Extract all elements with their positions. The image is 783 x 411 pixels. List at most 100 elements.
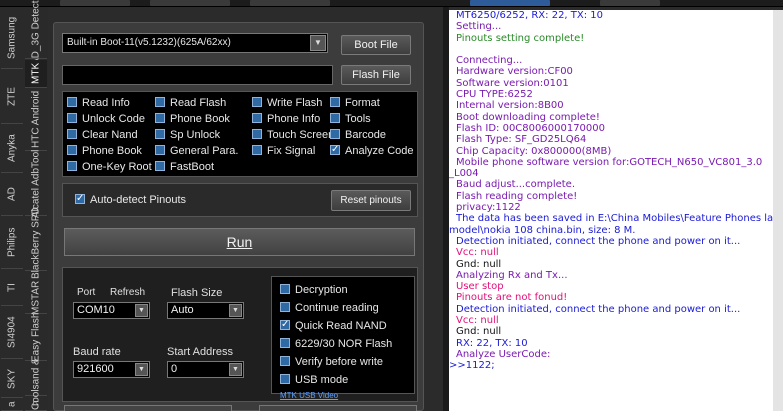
- option-checkbox[interactable]: Fix Signal: [252, 144, 315, 159]
- option-label: One-Key Root: [82, 161, 152, 173]
- vertical-tab-bar: Samsung ZTE Anyka AD Philips TI SI4904 S…: [0, 0, 48, 411]
- log-line: Pinouts setting complete!: [456, 32, 585, 44]
- checkbox-icon[interactable]: [252, 97, 262, 107]
- tab-sky[interactable]: SKY: [1, 360, 23, 398]
- toolbar-item[interactable]: [250, 0, 330, 6]
- checkbox-icon[interactable]: [280, 317, 290, 332]
- tab-tools[interactable]: n: [25, 397, 47, 411]
- option-checkbox[interactable]: Clear Nand: [67, 128, 138, 143]
- checkbox-icon[interactable]: [280, 374, 290, 384]
- checkbox-icon[interactable]: [280, 284, 290, 294]
- flash-file-button[interactable]: Flash File: [341, 65, 411, 85]
- checkbox-icon[interactable]: [252, 113, 262, 123]
- checkbox-icon[interactable]: [280, 356, 290, 366]
- reset-pinouts-button[interactable]: Reset pinouts: [331, 190, 411, 211]
- auto-detect-checkbox[interactable]: Auto-detect Pinouts: [75, 191, 186, 208]
- tab-samsung[interactable]: Samsung: [1, 7, 23, 69]
- nand-option-checkbox[interactable]: Verify before write: [280, 355, 383, 370]
- chevron-down-icon[interactable]: ▼: [229, 363, 242, 376]
- checkbox-icon[interactable]: [330, 97, 340, 107]
- option-checkbox[interactable]: Read Info: [67, 96, 130, 111]
- checkbox-icon[interactable]: [330, 142, 340, 157]
- flash-size-select[interactable]: Auto ▼: [167, 302, 244, 319]
- flash-file-path[interactable]: [62, 65, 333, 85]
- checkbox-icon[interactable]: [75, 191, 85, 206]
- option-checkbox[interactable]: Touch Screen: [252, 128, 334, 143]
- footer-button[interactable]: [259, 405, 417, 411]
- checkbox-icon[interactable]: [155, 97, 165, 107]
- chevron-down-icon[interactable]: ▼: [135, 304, 148, 317]
- tab-si4904[interactable]: SI4904: [1, 307, 23, 359]
- checkbox-icon[interactable]: [330, 113, 340, 123]
- refresh-label[interactable]: Refresh: [110, 287, 145, 298]
- checkbox-icon[interactable]: [280, 302, 290, 312]
- tab-coolsand[interactable]: Coolsand & ...: [25, 347, 47, 410]
- option-checkbox[interactable]: FastBoot: [155, 160, 214, 175]
- chevron-down-icon[interactable]: ▼: [229, 304, 242, 317]
- option-checkbox[interactable]: Analyze Code: [330, 142, 414, 159]
- nand-option-checkbox[interactable]: 6229/30 NOR Flash: [280, 337, 392, 352]
- boot-select[interactable]: Built-in Boot-11(v5.1232)(625A/62xx) ▼: [62, 33, 328, 53]
- option-checkbox[interactable]: Phone Info: [252, 112, 320, 127]
- checkbox-icon[interactable]: [155, 161, 165, 171]
- tab-mstar[interactable]: MSTAR ...: [25, 270, 47, 315]
- checkbox-icon[interactable]: [155, 145, 165, 155]
- option-checkbox[interactable]: Phone Book: [155, 112, 230, 127]
- nand-option-label: Decryption: [295, 284, 348, 296]
- chevron-down-icon[interactable]: ▼: [135, 363, 148, 376]
- tab-alcatel-adbtool[interactable]: Alcatel AdbTool: [25, 149, 47, 218]
- checkbox-icon[interactable]: [155, 113, 165, 123]
- checkbox-icon[interactable]: [252, 129, 262, 139]
- checkbox-icon[interactable]: [67, 129, 77, 139]
- tab-mtk[interactable]: MTK: [25, 60, 47, 88]
- nand-option-checkbox[interactable]: Quick Read NAND: [280, 317, 387, 334]
- toolbar-item[interactable]: [470, 0, 550, 6]
- boot-file-button[interactable]: Boot File: [341, 35, 411, 55]
- checkbox-icon[interactable]: [67, 145, 77, 155]
- option-checkbox[interactable]: Barcode: [330, 128, 386, 143]
- chevron-down-icon[interactable]: ▼: [310, 35, 326, 51]
- footer-button[interactable]: [64, 405, 232, 411]
- option-checkbox[interactable]: General Para.: [155, 144, 238, 159]
- checkbox-icon[interactable]: [252, 145, 262, 155]
- option-checkbox[interactable]: One-Key Root: [67, 160, 152, 175]
- tab-ad-3g-detect[interactable]: AD_3G Detect: [25, 0, 47, 65]
- toolbar-item[interactable]: [150, 0, 230, 6]
- tab-htc-android[interactable]: HTC Android: [25, 89, 47, 151]
- toolbar-item[interactable]: [600, 0, 660, 6]
- option-checkbox[interactable]: Format: [330, 96, 380, 111]
- usb-video-link[interactable]: MTK USB Video: [280, 391, 338, 400]
- tab-partial[interactable]: a: [1, 399, 23, 411]
- option-checkbox[interactable]: Tools: [330, 112, 371, 127]
- tab-blackberry-spd[interactable]: BlackBerry SPD: [25, 208, 47, 279]
- checkbox-icon[interactable]: [67, 97, 77, 107]
- log-line: Boot downloading complete!: [456, 111, 600, 123]
- nand-option-checkbox[interactable]: Continue reading: [280, 301, 379, 316]
- checkbox-icon[interactable]: [67, 161, 77, 171]
- tab-philips[interactable]: Philips: [1, 217, 23, 269]
- tab-ti[interactable]: TI: [1, 270, 23, 306]
- checkbox-icon[interactable]: [67, 113, 77, 123]
- baud-rate-select[interactable]: 921600 ▼: [73, 361, 150, 378]
- start-address-select[interactable]: 0 ▼: [167, 361, 244, 378]
- run-button[interactable]: Run: [64, 228, 415, 256]
- toolbar-item[interactable]: [60, 0, 130, 6]
- checkbox-icon[interactable]: [280, 338, 290, 348]
- port-select[interactable]: COM10 ▼: [73, 302, 150, 319]
- nand-option-checkbox[interactable]: Decryption: [280, 283, 348, 298]
- option-checkbox[interactable]: Sp Unlock: [155, 128, 220, 143]
- tab-zte[interactable]: ZTE: [1, 70, 23, 124]
- log-scrollbar[interactable]: [773, 10, 783, 411]
- option-checkbox[interactable]: Phone Book: [67, 144, 142, 159]
- checkbox-icon[interactable]: [155, 129, 165, 139]
- option-checkbox[interactable]: Write Flash: [252, 96, 322, 111]
- nand-option-checkbox[interactable]: USB mode: [280, 373, 348, 388]
- checkbox-icon[interactable]: [330, 129, 340, 139]
- option-checkbox[interactable]: Unlock Code: [67, 112, 145, 127]
- flash-size-value: Auto: [171, 304, 194, 316]
- tab-anyka[interactable]: Anyka: [1, 125, 23, 173]
- tab-ad[interactable]: AD: [1, 174, 23, 216]
- mtk-panel: Built-in Boot-11(v5.1232)(625A/62xx) ▼ B…: [53, 22, 424, 411]
- log-output[interactable]: MT6250/6252, RX: 22, TX: 10 Setting... Pin…: [449, 10, 783, 411]
- option-checkbox[interactable]: Read Flash: [155, 96, 226, 111]
